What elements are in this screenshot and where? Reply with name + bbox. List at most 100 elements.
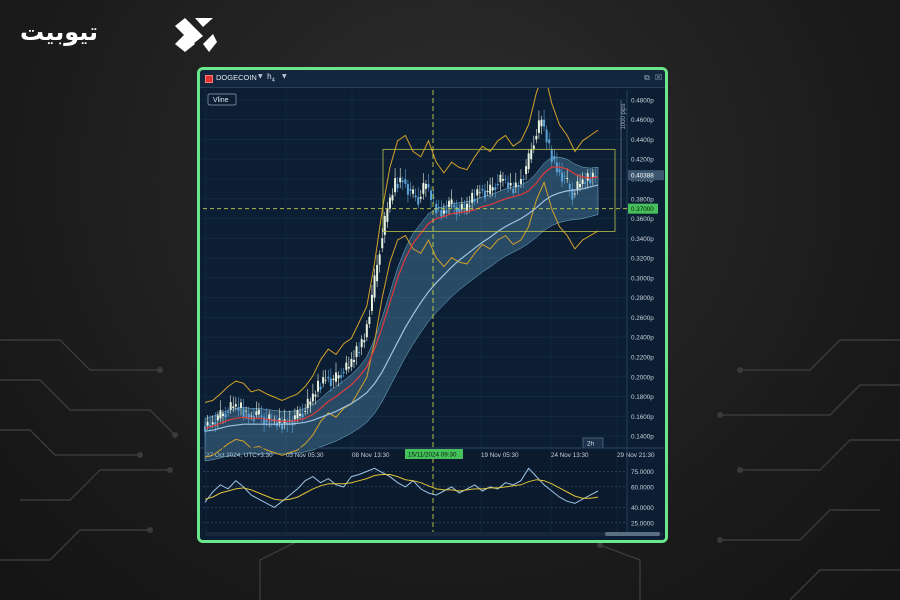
candle-body (591, 172, 594, 178)
price-tick-label: 0.3600p (631, 216, 654, 223)
candle-body (301, 413, 304, 418)
price-tick-label: 0.2800p (631, 295, 654, 302)
price-tick-label: 0.4600p (631, 117, 654, 124)
candle-body (424, 183, 427, 189)
time-tick-label: 08 Nov 13:30 (352, 452, 390, 459)
candle-body (545, 129, 548, 143)
candle-body (514, 182, 517, 188)
candle-body (453, 205, 456, 208)
candle-body (525, 166, 528, 175)
candle-body (519, 179, 522, 184)
candle-body (504, 179, 507, 180)
candle-body (458, 208, 461, 213)
candle-body (499, 174, 502, 183)
period-label: 2h (587, 441, 595, 448)
time-tick-label: 19 Nov 05:30 (481, 452, 519, 459)
candle-body (237, 407, 240, 411)
candle-body (468, 205, 471, 207)
candle-body (448, 200, 451, 208)
candle-body (512, 188, 515, 194)
candle-body (322, 377, 325, 384)
candle-body (486, 190, 489, 193)
candle-body (329, 378, 332, 386)
pips-label: 1000 pips (621, 104, 627, 130)
chevron-down-icon[interactable]: ▼ (258, 73, 263, 80)
candle-body (471, 192, 474, 203)
candle-body (332, 378, 335, 381)
horizontal-scrollbar[interactable] (605, 532, 660, 536)
candle-body (311, 393, 314, 402)
candle-body (532, 145, 535, 150)
candle-body (255, 411, 258, 416)
candle-body (548, 139, 551, 144)
crosshair-price-label: 0.37000 (631, 206, 654, 213)
candle-body (414, 195, 417, 198)
candle-body (422, 183, 425, 194)
timeframe-chevron-down-icon[interactable]: ▼ (282, 73, 287, 80)
price-tick-label: 0.4400p (631, 137, 654, 144)
candle-body (304, 411, 307, 412)
candle-body (427, 183, 430, 188)
candle-body (317, 380, 320, 392)
candle-body (370, 294, 373, 311)
candle-body (335, 372, 337, 382)
candle-body (394, 178, 397, 193)
candle-body (363, 340, 366, 343)
candle-body (340, 375, 343, 378)
candle-body (221, 413, 224, 417)
candle-body (463, 209, 466, 211)
candle-body (229, 402, 232, 410)
oscillator-tick-label: 25.0000 (631, 520, 654, 527)
candle-body (412, 189, 415, 194)
crosshair-time-label: 15/11/2024 09:30 (408, 452, 457, 459)
vline-button-label: Vline (213, 97, 229, 104)
price-tick-label: 0.4200p (631, 157, 654, 164)
candle-body (573, 193, 576, 195)
candle-body (496, 183, 499, 186)
chart-window: DOGECOIN ▼ h4 ▼ ⧉ ☒ 0.4800p 0.4600p 0.4400… (197, 67, 668, 543)
scroll-track[interactable] (205, 532, 663, 536)
candle-body (540, 119, 543, 127)
candle-body (527, 153, 530, 170)
candle-body (481, 188, 484, 191)
candle-body (589, 179, 592, 184)
price-tick-label: 0.2400p (631, 335, 654, 342)
candle-body (378, 254, 381, 265)
candle-body (558, 169, 561, 173)
symbol-selector[interactable]: DOGECOIN (216, 73, 257, 82)
price-tick-label: 0.1800p (631, 394, 654, 401)
candle-body (489, 184, 492, 194)
candle-body (581, 179, 584, 184)
candle-body (550, 149, 553, 162)
symbol-color-icon (205, 75, 213, 83)
candle-body (537, 120, 540, 133)
candle-body (409, 188, 412, 191)
candle-body (281, 424, 284, 430)
price-tick-label: 0.1600p (631, 414, 654, 421)
candle-body (404, 179, 407, 184)
candle-body (324, 379, 327, 381)
candle-body (293, 415, 296, 420)
candle-body (563, 175, 566, 177)
timeframe-selector[interactable]: h4 (267, 72, 275, 84)
candle-body (483, 190, 486, 199)
price-chart[interactable]: 0.4800p0.4600p0.4400p0.4200p0.4000p0.380… (200, 88, 665, 540)
price-tick-label: 0.2200p (631, 355, 654, 362)
candle-body (373, 275, 376, 298)
candle-body (360, 339, 363, 348)
close-icon[interactable]: ☒ (655, 73, 662, 82)
candle-body (245, 410, 248, 412)
popout-icon[interactable]: ⧉ (644, 73, 650, 83)
candle-body (476, 189, 479, 196)
candle-body (296, 410, 299, 419)
candle-body (440, 210, 443, 217)
svg-text:تیوبیت: تیوبیت (20, 18, 98, 46)
time-tick-label: 24 Nov 13:30 (551, 452, 589, 459)
candle-body (473, 198, 476, 202)
time-tick-label: 29 Nov 21:30 (617, 452, 655, 459)
candle-body (206, 421, 209, 426)
candle-body (386, 208, 389, 222)
candle-body (530, 149, 533, 160)
candle-body (219, 410, 222, 419)
candle-body (494, 187, 497, 190)
